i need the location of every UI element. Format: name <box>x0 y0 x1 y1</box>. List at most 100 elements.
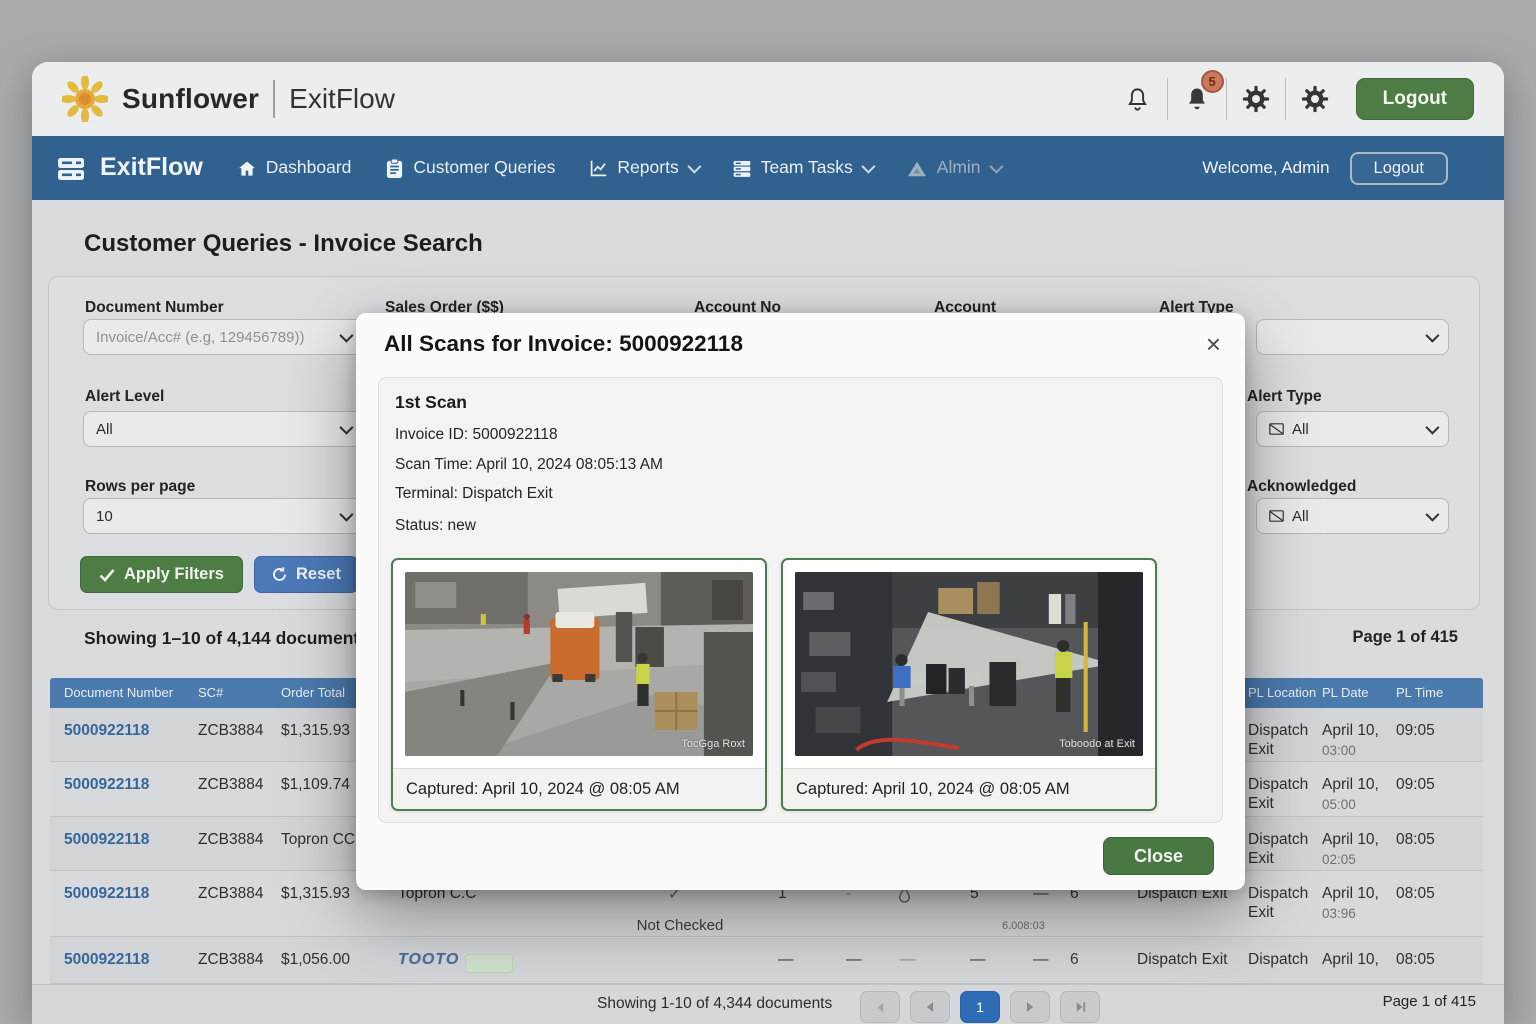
nav-item-almin[interactable]: Almin <box>906 157 1000 178</box>
top-header: Sunflower ExitFlow 5 <box>32 62 1504 136</box>
document-number-input[interactable]: Invoice/Acc# (e.g, 129456789)) <box>83 319 363 355</box>
document-link[interactable]: 5000922118 <box>64 776 149 794</box>
mid-cell: — <box>846 951 862 969</box>
gear-icon-2[interactable] <box>1292 76 1338 122</box>
chevron-down-icon <box>1425 329 1439 343</box>
col-order-total: Order Total <box>281 685 345 700</box>
apply-filters-button[interactable]: Apply Filters <box>80 556 243 593</box>
alert-level-select[interactable]: All <box>83 411 363 447</box>
close-icon[interactable]: × <box>1206 331 1221 357</box>
logout-button-top[interactable]: Logout <box>1356 78 1474 120</box>
pl-date-sub: 03:96 <box>1322 906 1379 921</box>
scan-time: Scan Time: April 10, 2024 08:05:13 AM <box>395 456 663 474</box>
pagination: 1 <box>860 991 1100 1023</box>
customer-badge <box>465 954 513 973</box>
bell-filled-icon[interactable]: 5 <box>1174 76 1220 122</box>
col-sc: SC# <box>198 685 223 700</box>
bell-outline-icon[interactable] <box>1115 76 1161 122</box>
camera-watermark: Toboodo at Exit <box>1059 738 1135 750</box>
total-cell: Topron CC <box>281 831 355 849</box>
capture-caption: Captured: April 10, 2024 @ 08:05 AM <box>783 768 1155 809</box>
chevron-down-icon <box>861 159 875 173</box>
acknowledged-value: All <box>1292 508 1309 525</box>
document-link[interactable]: 5000922118 <box>64 885 149 903</box>
page-indicator-bottom: Page 1 of 415 <box>1383 993 1476 1010</box>
document-link[interactable]: 5000922118 <box>64 951 149 969</box>
divider <box>1285 78 1286 120</box>
pl-time-cell: 09:05 <box>1396 722 1435 740</box>
sc-cell: ZCB3884 <box>198 776 263 794</box>
divider <box>1226 78 1227 120</box>
nav-item-team-tasks[interactable]: Team Tasks <box>732 157 872 178</box>
alert-type-top-select[interactable] <box>1256 319 1449 355</box>
col-pl-time: PL Time <box>1396 685 1443 700</box>
total-cell: $1,315.93 <box>281 885 350 903</box>
first-page-button[interactable] <box>860 991 900 1023</box>
brand-group: Sunflower ExitFlow <box>62 76 395 122</box>
alert-type-right-value: All <box>1292 421 1309 438</box>
last-page-button[interactable] <box>1060 991 1100 1023</box>
pl-location-cell: Dispatch Exit <box>1248 831 1312 868</box>
bottom-bar: Showing 1-10 of 4,344 documents 1 Page 1… <box>32 984 1504 1024</box>
mid-cell: — <box>778 951 794 969</box>
notification-badge: 5 <box>1201 70 1224 93</box>
acknowledged-select[interactable]: All <box>1256 498 1449 534</box>
sc-cell: ZCB3884 <box>198 885 263 903</box>
document-link[interactable]: 5000922118 <box>64 722 149 740</box>
close-button[interactable]: Close <box>1103 837 1214 875</box>
nav-item-reports[interactable]: Reports <box>589 157 697 178</box>
document-link[interactable]: 5000922118 <box>64 831 149 849</box>
home-icon <box>237 157 257 178</box>
divider <box>1167 78 1168 120</box>
app-list-icon <box>56 153 86 182</box>
reset-button[interactable]: Reset <box>254 556 358 593</box>
check-icon <box>99 568 115 582</box>
pl-date-cell: April 10, <box>1322 951 1379 969</box>
clipboard-icon <box>385 157 404 179</box>
capture-card: TocGga Roxt Captured: April 10, 2024 @ 0… <box>391 558 767 811</box>
navbar-brand[interactable]: ExitFlow <box>56 153 203 182</box>
rows-per-page-select[interactable]: 10 <box>83 498 363 534</box>
mid-cell: — <box>900 951 916 969</box>
cctv-image-indoor: Toboodo at Exit <box>795 572 1143 756</box>
cctv-image-outdoor: TocGga Roxt <box>405 572 753 756</box>
scan-panel: 1st Scan Invoice ID: 5000922118 Scan Tim… <box>378 377 1223 823</box>
camera-watermark: TocGga Roxt <box>681 738 745 750</box>
header-actions: 5 <box>1115 76 1474 122</box>
col-pl-location: PL Location <box>1248 685 1316 700</box>
chevron-down-icon <box>687 159 701 173</box>
sunflower-logo-icon <box>62 76 108 122</box>
scan-heading: 1st Scan <box>395 392 467 413</box>
pl-date-cell: April 10, <box>1322 722 1379 739</box>
mid-cell: — <box>1033 951 1049 969</box>
logout-button-nav[interactable]: Logout <box>1350 152 1448 185</box>
pl-date-cell: April 10, <box>1322 776 1379 793</box>
alert-level-value: All <box>96 421 113 438</box>
chevron-down-icon <box>339 329 353 343</box>
rows-per-page-label: Rows per page <box>85 478 195 496</box>
mid-cell: — <box>970 951 986 969</box>
page-1-button[interactable]: 1 <box>960 991 1000 1023</box>
next-page-button[interactable] <box>1010 991 1050 1023</box>
col-pl-date: PL Date <box>1322 685 1369 700</box>
chevron-down-icon <box>989 159 1003 173</box>
chevron-down-icon <box>1425 508 1439 522</box>
capture-card: Toboodo at Exit Captured: April 10, 2024… <box>781 558 1157 811</box>
sc-cell: ZCB3884 <box>198 831 263 849</box>
nav-item-dashboard[interactable]: Dashboard <box>237 157 352 178</box>
document-number-label: Document Number <box>85 299 224 317</box>
page-indicator-top: Page 1 of 415 <box>1353 628 1458 647</box>
modal-title: All Scans for Invoice: 5000922118 <box>384 331 743 357</box>
nav-item-customer-queries[interactable]: Customer Queries <box>385 157 555 179</box>
gear-icon[interactable] <box>1233 76 1279 122</box>
prev-page-button[interactable] <box>910 991 950 1023</box>
capture-caption: Captured: April 10, 2024 @ 08:05 AM <box>393 768 765 809</box>
scan-invoice-id: Invoice ID: 5000922118 <box>395 426 558 444</box>
total-cell: $1,315.93 <box>281 722 350 740</box>
scan-terminal: Terminal: Dispatch Exit <box>395 485 553 503</box>
alert-level-label: Alert Level <box>85 388 164 406</box>
rows-per-page-value: 10 <box>96 508 113 525</box>
alert-type-right-select[interactable]: All <box>1256 411 1449 447</box>
reset-icon <box>271 566 288 583</box>
total-cell: $1,056.00 <box>281 951 350 969</box>
